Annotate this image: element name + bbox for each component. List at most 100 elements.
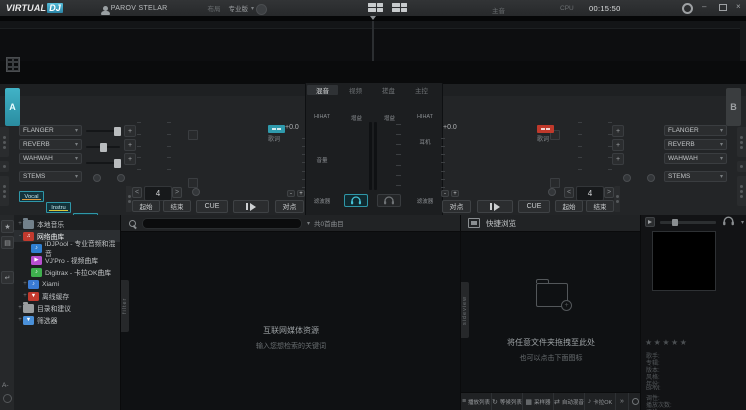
deck-a-stem-pad-vocal[interactable]: Vocal [19, 191, 44, 202]
deck-b-play-button[interactable] [477, 200, 513, 213]
channel-2-headphone-cue-button[interactable] [377, 194, 401, 207]
deck-b-cue-button[interactable]: CUE [518, 200, 550, 213]
sidebar-item-offline-cache[interactable]: + ▼ 离线缓存 [14, 290, 120, 302]
deck-a-loop-half-button[interactable]: < [132, 187, 142, 198]
sidebar-item-local-music[interactable]: + 本地音乐 [14, 218, 120, 230]
user-account-button[interactable]: PAROV STELAR [103, 5, 168, 12]
deck-a-stems-knob-1[interactable] [93, 174, 101, 182]
deck-a-pitch-minus-button[interactable]: - [287, 190, 295, 197]
deck-b-fx2-select[interactable]: REVERB▾ [664, 139, 727, 150]
deck-a-loop-in-button[interactable]: 起始 [132, 200, 160, 212]
settings-gear-icon[interactable] [682, 3, 693, 14]
favorites-star-icon[interactable]: ★ [1, 220, 14, 233]
tab-sampler[interactable]: ▦采样器 [523, 393, 554, 410]
maximize-button[interactable] [719, 4, 727, 11]
deck-b-stems-knob-1[interactable] [623, 174, 631, 182]
deck-a-fx1-slider[interactable] [86, 130, 120, 132]
deck-a-loop-double-button[interactable]: > [172, 187, 182, 198]
deck-b-stems-knob-2[interactable] [647, 174, 655, 182]
deck-b-pitch-plus-button[interactable]: + [451, 190, 459, 197]
sidebar-item-vjpro[interactable]: ▶ VJ'Pro - 视频曲库 [14, 254, 120, 266]
deck-a-fx3-select[interactable]: WAHWAH▾ [19, 153, 82, 164]
deck-b-loop-knob[interactable] [548, 188, 556, 196]
tab-automix[interactable]: ⇄自动混音 [554, 393, 585, 410]
deck-b-side-tab-bottom[interactable] [737, 176, 746, 206]
tab-sidelist[interactable]: ↻等候列表 [492, 393, 523, 410]
deck-a-jog-option-button[interactable] [188, 178, 198, 188]
deck-b-jog-option-button[interactable] [550, 178, 560, 188]
deck-a-jog-mode-button[interactable] [188, 130, 198, 140]
prelisten-headphones-icon[interactable] [722, 216, 735, 226]
chevron-down-icon[interactable]: ▾ [307, 220, 310, 227]
deck-a-stems-knob-2[interactable] [117, 174, 125, 182]
deck-a-fx2-select[interactable]: REVERB▾ [19, 139, 82, 150]
waveform-grid-icon[interactable] [6, 57, 20, 72]
deck-b-fx3-select[interactable]: WAHWAH▾ [664, 153, 727, 164]
window-layout-alt-icon[interactable] [392, 3, 407, 12]
deck-b-loop-double-button[interactable]: > [604, 187, 614, 198]
sidebar-item-idjpool[interactable]: ♪ iDJPool - 专业音频和混音 [14, 242, 120, 254]
sideview-side-tab[interactable]: sideview [461, 282, 469, 338]
deck-b-loop-half-button[interactable]: < [564, 187, 574, 198]
deck-b-loop-side-tab[interactable] [614, 186, 620, 212]
sidebar-item-xiami[interactable]: + ♪ Xiami [14, 278, 120, 290]
deck-b-fx1-select[interactable]: FLANGER▾ [664, 125, 727, 136]
rating-stars[interactable]: ★★★★★ [645, 338, 688, 347]
deck-a-side-tab-top[interactable] [0, 127, 9, 157]
deck-b-lyrics-label[interactable]: 歌词 [537, 134, 549, 143]
sidebar-item-filters[interactable]: + ▼ 筛选器 [14, 314, 120, 326]
minimize-button[interactable]: – [702, 3, 706, 11]
deck-a-loop-knob[interactable] [192, 188, 200, 196]
deck-a-tab[interactable]: A [5, 88, 20, 126]
deck-a-lyrics-label[interactable]: 歌词 [268, 134, 280, 143]
deck-a-fx1-add-button[interactable]: + [124, 125, 136, 137]
mixer-tab-master[interactable]: 主控 [406, 85, 437, 95]
deck-a-fx3-slider[interactable] [86, 162, 120, 164]
deck-b-loop-out-button[interactable]: 结束 [586, 200, 614, 212]
history-list-icon[interactable]: ▤ [1, 236, 14, 249]
deck-a-side-tab-mini[interactable] [0, 161, 9, 172]
rail-circle-button[interactable] [3, 394, 12, 403]
topbar-circle-button[interactable] [256, 4, 267, 15]
prelisten-seek-slider[interactable] [660, 221, 716, 224]
tab-playlist[interactable]: ≡播放列表 [461, 393, 492, 410]
deck-b-fx2-add-button[interactable]: + [612, 139, 624, 151]
deck-a-stem-pad-instru[interactable]: Instru [46, 202, 71, 213]
deck-a-play-button[interactable] [233, 200, 269, 213]
deck-b-fx1-add-button[interactable]: + [612, 125, 624, 137]
sidebar-item-digitrax[interactable]: ♪ Digitrax - 卡拉OK曲库 [14, 266, 120, 278]
deck-b-tab[interactable]: B [726, 88, 741, 126]
dock-arrow-button[interactable]: » [616, 393, 629, 410]
sidebar-item-folders-suggestions[interactable]: + 目录和建议 [14, 302, 120, 314]
deck-a-loop-out-button[interactable]: 结束 [163, 200, 191, 212]
prelisten-play-button[interactable] [645, 217, 655, 227]
close-button[interactable]: × [736, 3, 741, 11]
waveform-zoom-strip[interactable] [740, 21, 746, 61]
deck-a-cue-button[interactable]: CUE [196, 200, 228, 213]
channel-1-headphone-cue-button[interactable] [344, 194, 368, 207]
back-arrow-icon[interactable]: ↵ [1, 271, 14, 284]
tab-karaoke[interactable]: ♪卡拉OK [585, 393, 616, 410]
deck-a-fx2-add-button[interactable]: + [124, 139, 136, 151]
mixer-tab-scratch[interactable]: 搓盘 [373, 85, 404, 95]
deck-b-side-tab-top[interactable] [737, 127, 746, 157]
deck-a-sync-button[interactable]: 对点 [275, 200, 304, 213]
mixer-tab-video[interactable]: 视频 [340, 85, 371, 95]
deck-b-side-tab-mini[interactable] [737, 161, 746, 172]
deck-b-sync-button[interactable]: 对点 [442, 200, 471, 213]
deck-a-fx2-slider[interactable] [86, 146, 120, 148]
deck-a-fx3-add-button[interactable]: + [124, 153, 136, 165]
deck-b-fx3-add-button[interactable]: + [612, 153, 624, 165]
chevron-down-icon[interactable]: ▾ [741, 219, 744, 226]
font-size-button[interactable]: A- [2, 382, 9, 389]
deck-a-stems-select[interactable]: STEMS▾ [19, 171, 82, 182]
deck-b-loop-in-button[interactable]: 起始 [555, 200, 583, 212]
window-layout-icon[interactable] [368, 3, 383, 12]
deck-a-side-tab-bottom[interactable] [0, 176, 9, 206]
search-input[interactable] [142, 218, 302, 229]
deck-b-pitch-minus-button[interactable]: - [441, 190, 449, 197]
deck-a-fx1-select[interactable]: FLANGER▾ [19, 125, 82, 136]
mixer-tab-mixer[interactable]: 混音 [307, 85, 338, 95]
deck-b-stems-select[interactable]: STEMS▾ [664, 171, 727, 182]
deck-a-pitch-plus-button[interactable]: + [297, 190, 305, 197]
